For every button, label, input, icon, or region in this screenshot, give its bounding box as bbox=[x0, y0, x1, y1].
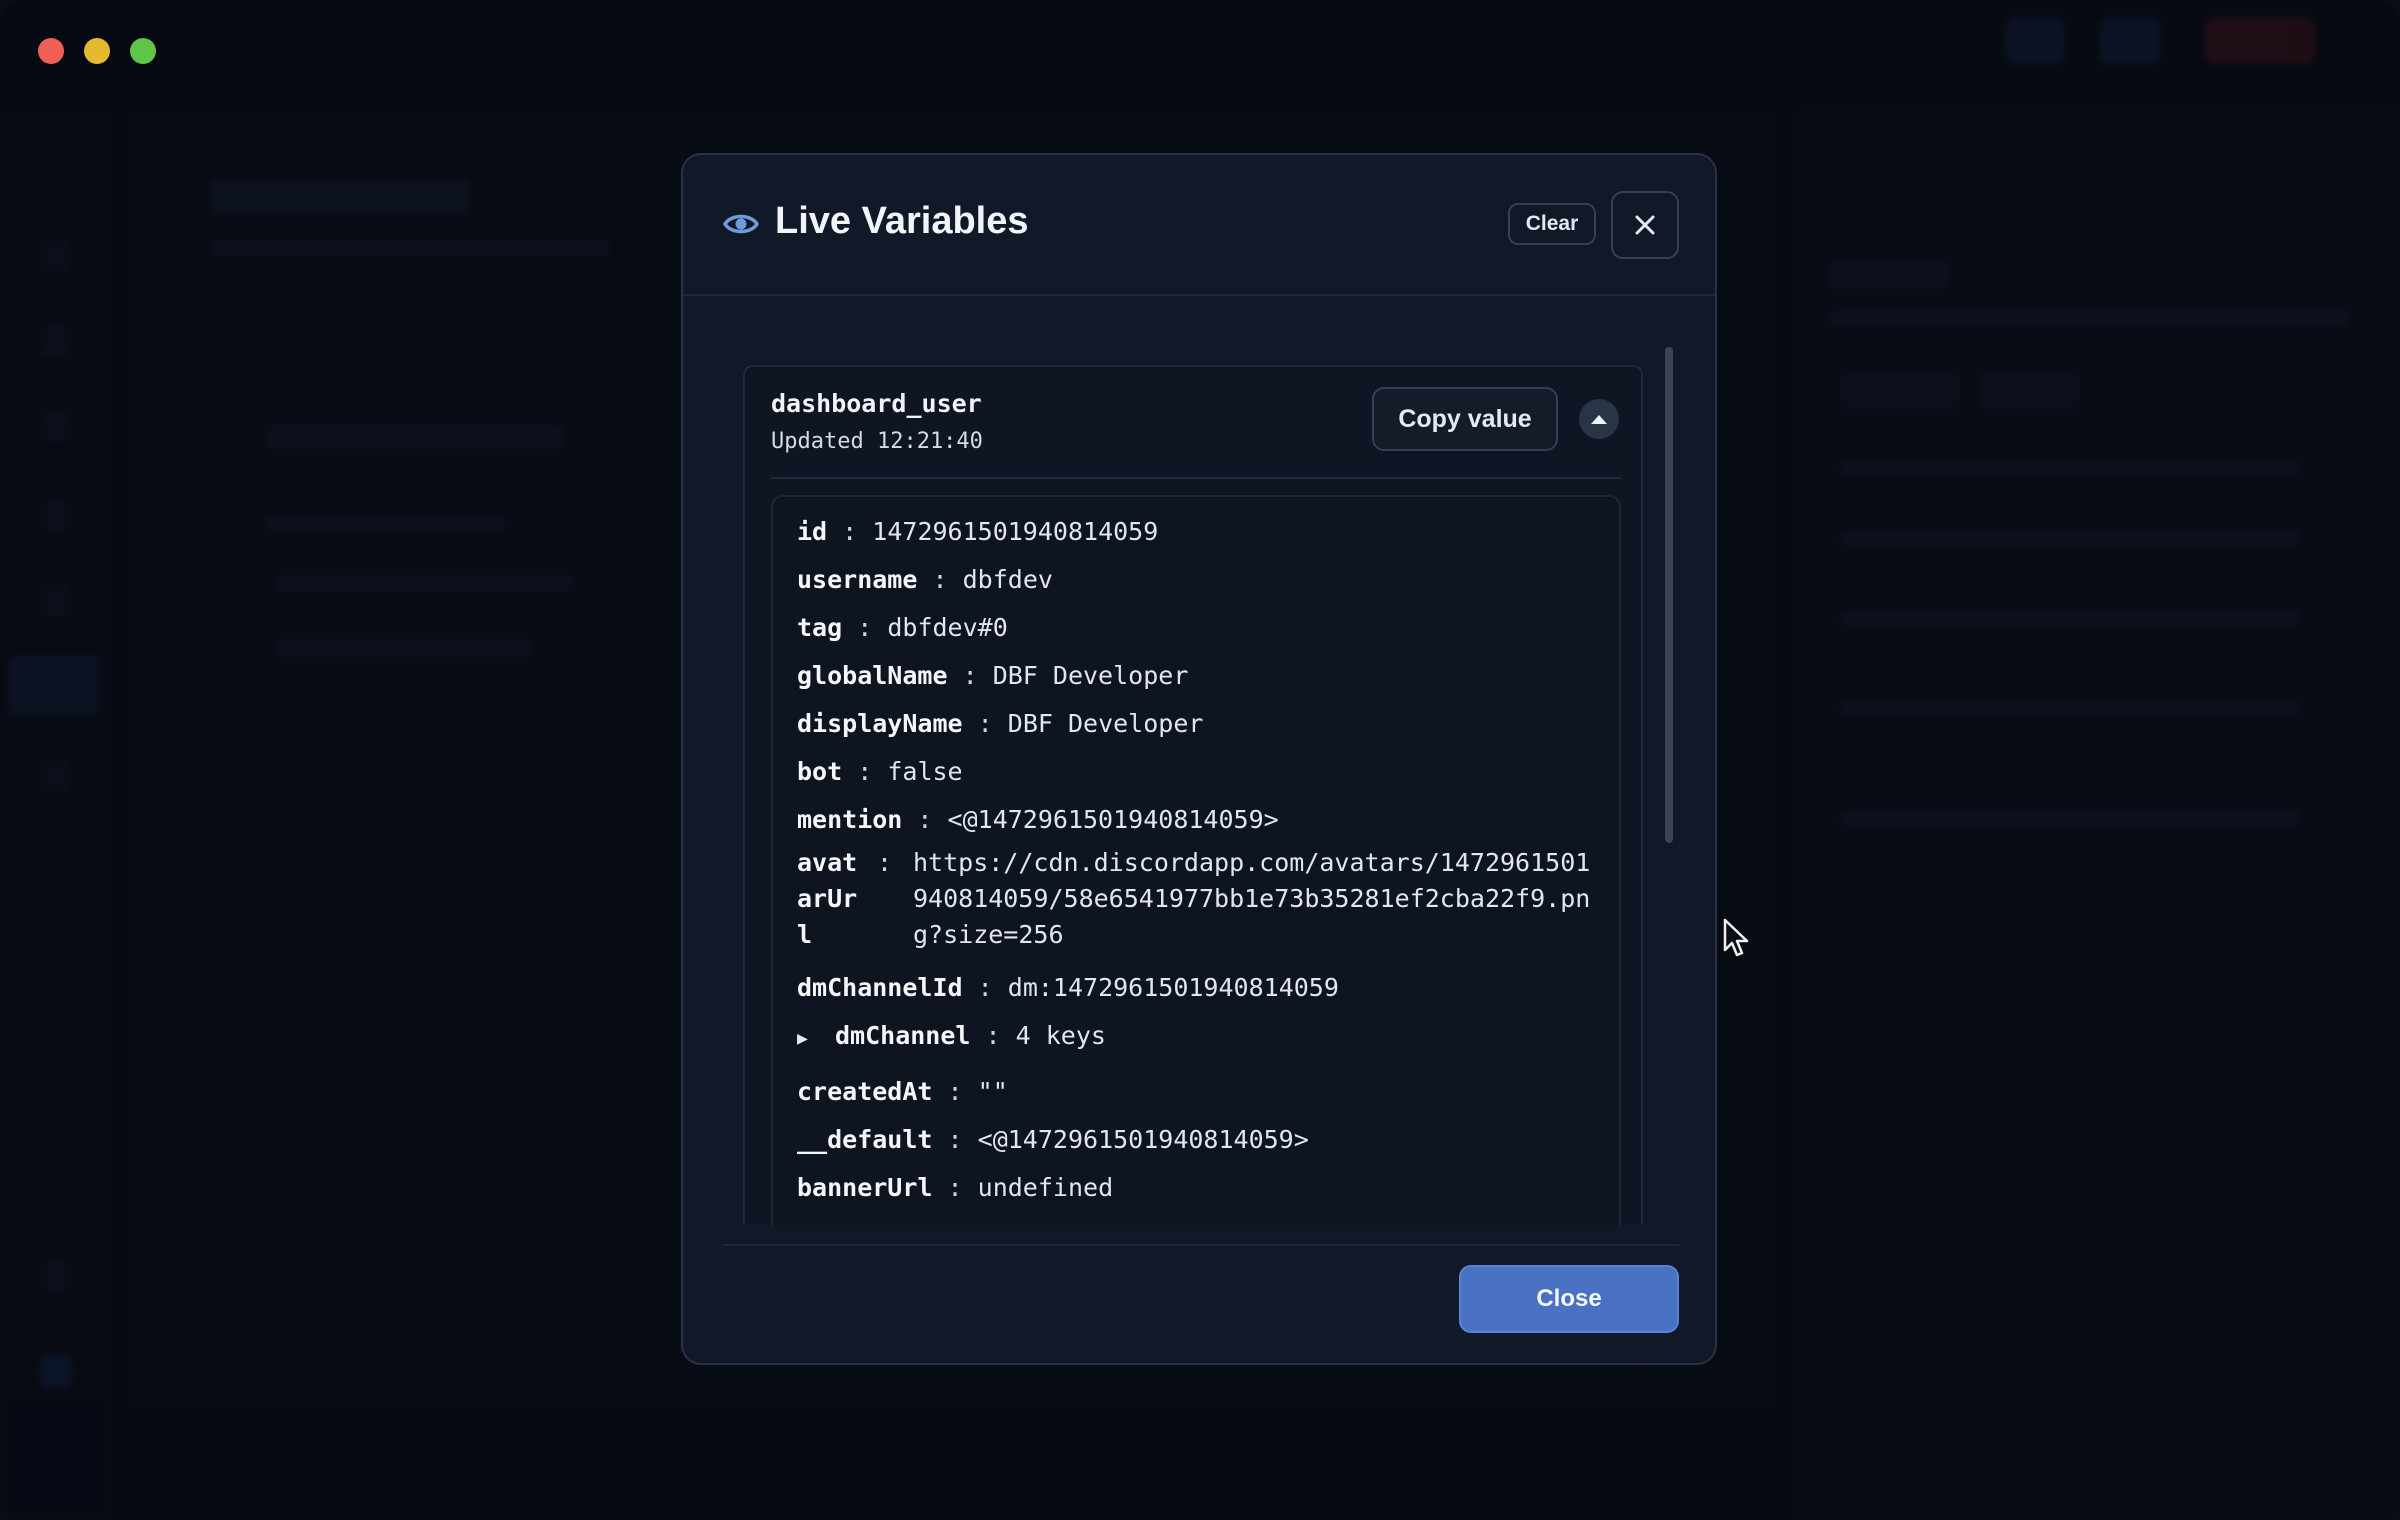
field-separator: : bbox=[947, 1125, 963, 1154]
window-zoom-button[interactable] bbox=[130, 38, 156, 64]
clear-button[interactable]: Clear bbox=[1508, 203, 1596, 245]
field-key: username bbox=[797, 565, 918, 594]
modal-title: Live Variables bbox=[775, 200, 1029, 242]
variable-card: dashboard_user Updated 12:21:40 Copy val… bbox=[743, 365, 1643, 1225]
field-row-bannerurl: bannerUrl : undefined bbox=[797, 1173, 1113, 1202]
window-close-button[interactable] bbox=[38, 38, 64, 64]
field-key: id bbox=[797, 517, 828, 546]
field-row-createdat: createdAt : "" bbox=[797, 1077, 1008, 1106]
field-separator: : bbox=[917, 805, 933, 834]
field-key: avatarUrl bbox=[797, 848, 858, 949]
field-key: __default bbox=[797, 1125, 933, 1154]
field-row-default: __default : <@1472961501940814059> bbox=[797, 1125, 1309, 1154]
field-separator: : bbox=[932, 565, 948, 594]
field-key: createdAt bbox=[797, 1077, 933, 1106]
field-value: undefined bbox=[977, 1173, 1114, 1202]
field-separator: : bbox=[977, 709, 993, 738]
field-value: "" bbox=[977, 1077, 1008, 1106]
field-separator: : bbox=[962, 661, 978, 690]
field-key: tag bbox=[797, 613, 843, 642]
field-value: <@1472961501940814059> bbox=[947, 805, 1279, 834]
close-button[interactable]: Close bbox=[1459, 1265, 1679, 1333]
chevron-up-icon bbox=[1591, 415, 1607, 424]
scrollbar-thumb[interactable] bbox=[1665, 347, 1673, 843]
field-value: https://cdn.discordapp.com/avatars/14729… bbox=[913, 848, 1591, 949]
field-separator: : bbox=[857, 757, 873, 786]
field-separator: : bbox=[947, 1077, 963, 1106]
field-value: DBF Developer bbox=[992, 661, 1189, 690]
field-value: dbfdev bbox=[962, 565, 1053, 594]
field-row-username: username : dbfdev bbox=[797, 565, 1053, 594]
footer-divider bbox=[723, 1244, 1679, 1246]
field-value: dm:1472961501940814059 bbox=[1007, 973, 1339, 1002]
field-key: dmChannel bbox=[835, 1021, 971, 1050]
field-value: 1472961501940814059 bbox=[872, 517, 1159, 546]
collapse-button[interactable] bbox=[1579, 399, 1619, 439]
live-variables-modal: Live Variables Clear dashboard_user Upda… bbox=[681, 153, 1717, 1365]
triangle-right-icon[interactable]: ▶ bbox=[797, 1028, 813, 1049]
field-row-id: id : 1472961501940814059 bbox=[797, 517, 1158, 546]
modal-header: Live Variables Clear bbox=[683, 155, 1715, 296]
variable-updated-time: Updated 12:21:40 bbox=[771, 429, 983, 454]
field-row-dmchannelid: dmChannelId : dm:1472961501940814059 bbox=[797, 973, 1339, 1002]
field-row-dmchannel[interactable]: ▶ dmChannel : 4 keys bbox=[797, 1021, 1106, 1050]
card-divider bbox=[771, 477, 1621, 479]
field-separator: : bbox=[977, 973, 993, 1002]
mouse-cursor-icon bbox=[1723, 918, 1749, 957]
field-row-globalname: globalName : DBF Developer bbox=[797, 661, 1188, 690]
close-icon bbox=[1635, 215, 1655, 235]
field-separator: : bbox=[877, 848, 893, 877]
field-separator: : bbox=[947, 1173, 963, 1202]
field-value: 4 keys bbox=[1015, 1021, 1106, 1050]
field-key: bot bbox=[797, 757, 843, 786]
field-separator: : bbox=[857, 613, 873, 642]
field-row-mention: mention : <@1472961501940814059> bbox=[797, 805, 1279, 834]
field-key: globalName bbox=[797, 661, 948, 690]
field-separator: : bbox=[985, 1021, 1001, 1050]
field-key: displayName bbox=[797, 709, 963, 738]
close-icon-button[interactable] bbox=[1611, 191, 1679, 259]
field-separator: : bbox=[842, 517, 858, 546]
window-minimize-button[interactable] bbox=[84, 38, 110, 64]
field-key: bannerUrl bbox=[797, 1173, 933, 1202]
field-row-displayname: displayName : DBF Developer bbox=[797, 709, 1203, 738]
field-row-avatarurl: avatarUrl : https://cdn.discordapp.com/a… bbox=[797, 845, 1597, 955]
field-value: false bbox=[887, 757, 963, 786]
field-value: dbfdev#0 bbox=[887, 613, 1008, 642]
variable-name: dashboard_user bbox=[771, 389, 982, 418]
app-window: Live Variables Clear dashboard_user Upda… bbox=[0, 0, 2400, 1520]
variable-value-box: id : 1472961501940814059 username : dbfd… bbox=[771, 495, 1621, 1225]
field-key: dmChannelId bbox=[797, 973, 963, 1002]
field-row-bot: bot : false bbox=[797, 757, 963, 786]
field-value: <@1472961501940814059> bbox=[977, 1125, 1309, 1154]
eye-icon bbox=[723, 214, 759, 234]
field-row-tag: tag : dbfdev#0 bbox=[797, 613, 1008, 642]
copy-value-button[interactable]: Copy value bbox=[1372, 387, 1558, 451]
field-key: mention bbox=[797, 805, 903, 834]
field-value: DBF Developer bbox=[1007, 709, 1204, 738]
